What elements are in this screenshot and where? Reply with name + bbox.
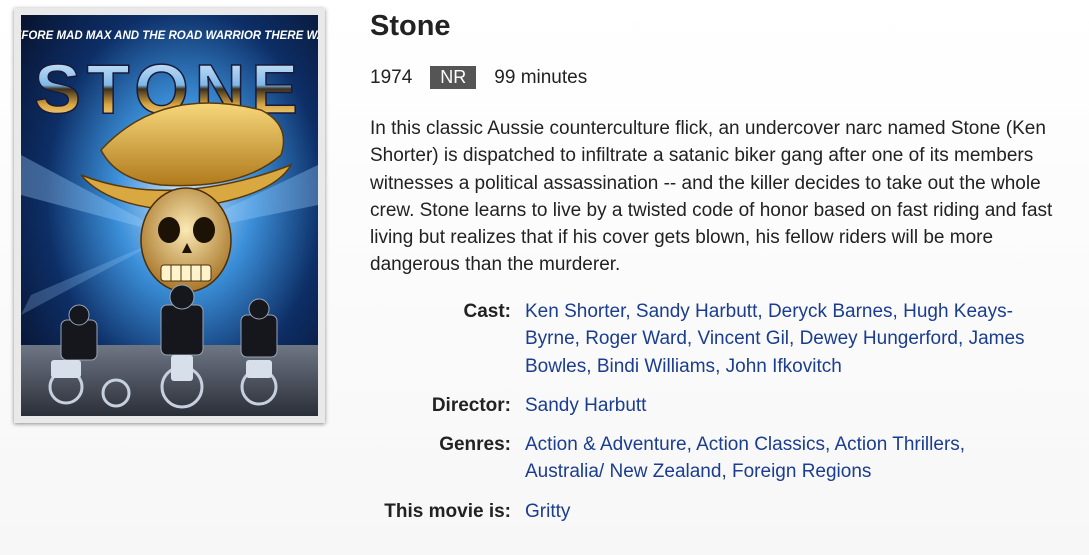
genres-list: Action & Adventure, Action Classics, Act…	[525, 434, 966, 483]
poster-frame: BEFORE MAD MAX AND THE ROAD WARRIOR THER…	[14, 8, 325, 423]
mood-link[interactable]: Gritty	[525, 501, 570, 522]
cast-link[interactable]: Vincent Gil	[697, 328, 789, 349]
cast-link[interactable]: John Ifkovitch	[726, 356, 842, 377]
movie-poster[interactable]: BEFORE MAD MAX AND THE ROAD WARRIOR THER…	[21, 15, 318, 416]
moods-label: This movie is:	[384, 500, 511, 522]
director-label: Director:	[431, 394, 511, 416]
director-row: Director: Sandy Harbutt	[370, 392, 1070, 419]
moods-row: This movie is: Gritty	[370, 498, 1070, 525]
cast-link[interactable]: Sandy Harbutt	[636, 301, 757, 322]
director-list: Sandy Harbutt	[525, 392, 1035, 419]
maturity-rating-badge: NR	[430, 66, 477, 89]
cast-link[interactable]: Bindi Williams	[597, 356, 715, 377]
movie-title: Stone	[370, 10, 451, 42]
moods-list: Gritty	[525, 498, 1035, 525]
genre-link[interactable]: Action & Adventure	[525, 434, 687, 455]
poster-tagline: BEFORE MAD MAX AND THE ROAD WARRIOR THER…	[21, 30, 318, 42]
cast-row: Cast: Ken Shorter, Sandy Harbutt, Deryck…	[370, 298, 1070, 380]
genres-row: Genres: Action & Adventure, Action Class…	[370, 431, 1070, 486]
poster-art: BEFORE MAD MAX AND THE ROAD WARRIOR THER…	[21, 30, 318, 416]
cast-link[interactable]: Deryck Barnes	[768, 301, 893, 322]
genre-link[interactable]: Foreign Regions	[732, 461, 871, 482]
synopsis: In this classic Aussie counterculture fl…	[370, 118, 1053, 276]
movie-meta: 1974 NR 99 minutes	[370, 66, 587, 89]
release-year: 1974	[370, 66, 413, 88]
genre-link[interactable]: Action Thrillers	[834, 434, 959, 455]
director-link[interactable]: Sandy Harbutt	[525, 395, 646, 416]
movie-details: Cast: Ken Shorter, Sandy Harbutt, Deryck…	[370, 298, 1070, 537]
cast-link[interactable]: Ken Shorter	[525, 301, 625, 322]
genres-label: Genres:	[439, 434, 511, 456]
cast-link[interactable]: Dewey Hungerford	[800, 328, 958, 349]
cast-link[interactable]: Roger Ward	[585, 328, 687, 349]
genre-link[interactable]: Australia/ New Zealand	[525, 461, 721, 482]
genre-link[interactable]: Action Classics	[696, 434, 825, 455]
duration: 99 minutes	[494, 66, 588, 88]
cast-list: Ken Shorter, Sandy Harbutt, Deryck Barne…	[525, 301, 1025, 377]
cast-label: Cast:	[463, 301, 511, 322]
